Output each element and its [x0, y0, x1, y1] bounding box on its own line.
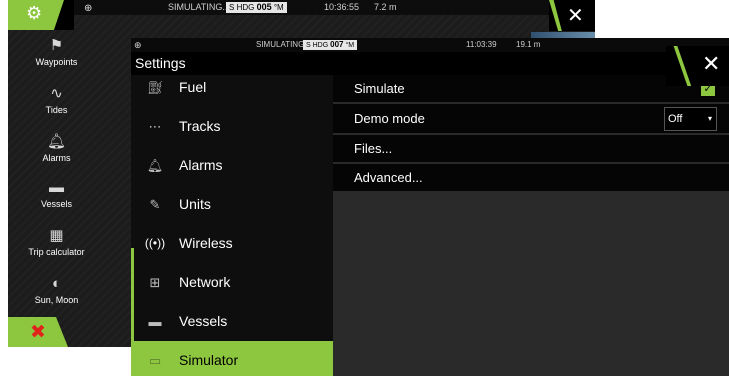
background-close-button[interactable]: ✕: [549, 0, 595, 31]
menu-item-tracks[interactable]: ⋯ Tracks: [131, 107, 333, 146]
heading-prefix: S: [306, 42, 311, 49]
tracks-icon: ⋯: [148, 119, 162, 134]
menu-item-vessels[interactable]: ▬ Vessels: [131, 302, 333, 341]
menu-item-label: Tracks: [179, 118, 221, 134]
heading-unit: °M: [345, 42, 355, 49]
heading-label: HDG: [312, 42, 329, 49]
settings-dialog: ⊕ SIMULATING... S HDG 007 °M 11:03:39 19…: [131, 38, 729, 376]
status-time: 11:03:39: [466, 40, 497, 49]
bell-icon: 🔔︎: [46, 133, 67, 150]
sidebar-item-label: Tides: [45, 105, 68, 115]
simulator-icon: ▭: [148, 353, 162, 368]
globe-icon: ⊕: [84, 3, 93, 14]
menu-item-units[interactable]: ✎ Units: [131, 185, 333, 224]
sidebar-item-label: Trip calculator: [28, 247, 85, 257]
gear-icon: ⚙: [26, 3, 43, 23]
heading-label: HDG: [236, 3, 255, 12]
calculator-icon: ▦: [49, 227, 64, 244]
sidebar-item-sun-moon[interactable]: ◐ Sun, Moon: [8, 274, 105, 306]
heading-prefix: S: [229, 3, 235, 12]
heading-value: 005: [256, 2, 272, 12]
heading-value: 007: [330, 40, 344, 49]
status-heading: S HDG 007 °M: [303, 40, 358, 50]
close-icon: ✖: [30, 322, 46, 343]
sidebar-item-label: Alarms: [42, 153, 71, 163]
sidebar-item-tides[interactable]: ∿ Tides: [8, 84, 105, 116]
sidebar-item-label: Sun, Moon: [34, 295, 79, 305]
wave-icon: ∿: [50, 85, 63, 102]
sidebar-item-alarms[interactable]: 🔔︎ Alarms: [8, 132, 105, 164]
menu-scrollbar[interactable]: [131, 248, 134, 376]
chevron-down-icon: ▾: [707, 114, 712, 123]
menu-item-label: Alarms: [179, 157, 223, 173]
menu-item-label: Fuel: [179, 79, 207, 95]
menu-item-fuel[interactable]: ⛽︎ Fuel: [131, 68, 333, 107]
status-distance: 7.2 m: [374, 2, 397, 12]
settings-status-bar: ⊕ SIMULATING... S HDG 007 °M 11:03:39 19…: [131, 38, 729, 52]
close-button[interactable]: ✕: [666, 46, 729, 86]
sidebar-item-waypoints[interactable]: ⚑ Waypoints: [8, 36, 105, 68]
option-label: Files...: [354, 141, 393, 156]
settings-tab[interactable]: ⚙: [8, 0, 74, 30]
flag-icon: ⚑: [49, 37, 64, 54]
vessel-icon: ▬: [148, 314, 162, 329]
bell-icon: 🔔︎: [146, 158, 164, 173]
status-distance: 19.1 m: [516, 40, 541, 49]
network-icon: ⊞: [149, 275, 161, 290]
sidebar-item-trip-calculator[interactable]: ▦ Trip calculator: [8, 226, 105, 258]
sidebar-item-label: Waypoints: [35, 57, 78, 67]
close-icon: ✕: [702, 51, 721, 76]
settings-content: Simulate ✓ Demo mode Off ▾ Files... Adva…: [333, 75, 729, 376]
heading-unit: °M: [273, 3, 284, 12]
menu-item-simulator[interactable]: ▭ Simulator: [131, 341, 333, 376]
menu-item-alarms[interactable]: 🔔︎ Alarms: [131, 146, 333, 185]
sidebar-item-label: Vessels: [40, 199, 73, 209]
status-time: 10:36:55: [324, 2, 360, 12]
sun-moon-icon: ◐: [51, 275, 62, 292]
menu-item-label: Wireless: [179, 235, 233, 251]
ruler-icon: ✎: [149, 197, 161, 212]
menu-item-label: Vessels: [179, 313, 228, 329]
status-simulating: SIMULATING...: [168, 2, 230, 12]
menu-item-wireless[interactable]: ((•)) Wireless: [131, 224, 333, 263]
status-heading: S HDG 005 °M: [226, 2, 287, 13]
menu-item-label: Units: [179, 196, 211, 212]
vessel-icon: ▬: [49, 179, 64, 196]
menu-item-label: Network: [179, 274, 231, 290]
option-label: Simulate: [354, 81, 405, 96]
menu-item-label: Simulator: [179, 352, 239, 368]
settings-menu: ⛽︎ Fuel ⋯ Tracks 🔔︎ Alarms ✎ Units ((•))…: [131, 75, 333, 376]
demo-mode-value: Off: [668, 113, 683, 125]
option-label: Demo mode: [354, 111, 425, 126]
menu-item-network[interactable]: ⊞ Network: [131, 263, 333, 302]
fuel-pump-icon: ⛽︎: [146, 80, 164, 95]
option-files[interactable]: Files...: [333, 135, 729, 163]
close-icon: ✕: [567, 5, 584, 27]
background-sidebar: ⚑ Waypoints ∿ Tides 🔔︎ Alarms ▬ Vessels …: [8, 30, 105, 347]
option-demo-mode[interactable]: Demo mode Off ▾: [333, 104, 729, 134]
wireless-icon: ((•)): [144, 236, 166, 250]
globe-icon: ⊕: [134, 40, 142, 50]
option-advanced[interactable]: Advanced...: [333, 164, 729, 192]
option-label: Advanced...: [354, 170, 423, 185]
background-status-bar: ⊕ SIMULATING... S HDG 005 °M 10:36:55 7.…: [8, 0, 595, 15]
sidebar-item-vessels[interactable]: ▬ Vessels: [8, 178, 105, 210]
demo-mode-select[interactable]: Off ▾: [664, 107, 717, 131]
